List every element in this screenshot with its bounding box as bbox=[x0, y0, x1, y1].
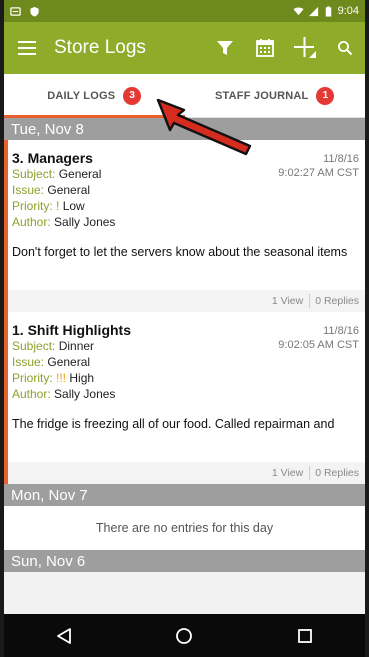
replies-count[interactable]: 0 Replies bbox=[315, 467, 359, 479]
subject-label: Subject: bbox=[12, 167, 56, 181]
date-header: Tue, Nov 8 bbox=[4, 118, 365, 140]
author-value: Sally Jones bbox=[54, 387, 116, 401]
calendar-icon bbox=[256, 39, 274, 57]
author-label: Author: bbox=[12, 215, 51, 229]
entry-text: The fridge is freezing all of our food. … bbox=[12, 417, 335, 431]
log-entry[interactable]: 1. Shift Highlights 11/8/16 9:02:05 AM C… bbox=[4, 312, 365, 484]
notification-icon bbox=[10, 6, 21, 16]
log-entry[interactable]: 3. Managers 11/8/16 9:02:27 AM CST Subje… bbox=[4, 140, 365, 312]
entry-footer: 1 View 0 Replies bbox=[4, 462, 365, 484]
staff-journal-count-badge: 1 bbox=[316, 86, 335, 105]
subject-label: Subject: bbox=[12, 339, 56, 353]
entry-author: Author: Sally Jones bbox=[12, 386, 359, 402]
app-title: Store Logs bbox=[54, 37, 146, 58]
hamburger-icon bbox=[18, 41, 36, 55]
add-entry-button[interactable] bbox=[285, 22, 325, 74]
priority-label: Priority: bbox=[12, 199, 53, 213]
filter-icon bbox=[217, 41, 233, 55]
device-bezel-right bbox=[365, 0, 369, 657]
date-header: Sun, Nov 6 bbox=[4, 550, 365, 572]
issue-value: General bbox=[47, 355, 91, 369]
entry-issue: Issue: General bbox=[12, 182, 359, 198]
subject-value: General bbox=[58, 167, 102, 181]
tab-daily-logs[interactable]: DAILY LOGS 3 bbox=[4, 74, 185, 118]
calendar-button[interactable] bbox=[245, 22, 285, 74]
views-count[interactable]: 1 View bbox=[272, 467, 303, 479]
entry-author: Author: Sally Jones bbox=[12, 214, 359, 230]
replies-count[interactable]: 0 Replies bbox=[315, 295, 359, 307]
subject-value: Dinner bbox=[58, 339, 95, 353]
recents-button[interactable] bbox=[285, 616, 325, 656]
priority-value: High bbox=[69, 371, 95, 385]
author-label: Author: bbox=[12, 387, 51, 401]
entry-issue: Issue: General bbox=[12, 354, 359, 370]
back-icon bbox=[57, 627, 72, 644]
wifi-icon bbox=[293, 6, 304, 15]
phone-screen: 9:04 Store Logs DAILY LOGS 3 STAFF JOURN… bbox=[4, 0, 365, 657]
log-list[interactable]: Tue, Nov 8 3. Managers 11/8/16 9:02:27 A… bbox=[4, 118, 365, 614]
app-bar: Store Logs bbox=[4, 22, 365, 74]
entry-date: 11/8/16 bbox=[323, 153, 359, 165]
battery-icon bbox=[325, 5, 331, 17]
empty-day-message: There are no entries for this day bbox=[4, 506, 365, 550]
priority-value: Low bbox=[62, 199, 85, 213]
entry-priority: Priority: ! Low bbox=[12, 198, 359, 214]
issue-value: General bbox=[47, 183, 91, 197]
system-nav-bar bbox=[4, 614, 365, 657]
entry-text: Don't forget to let the servers know abo… bbox=[12, 245, 348, 259]
author-value: Sally Jones bbox=[54, 215, 116, 229]
add-icon bbox=[294, 37, 316, 58]
date-header: Mon, Nov 7 bbox=[4, 484, 365, 506]
entry-priority: Priority: !!! High bbox=[12, 370, 359, 386]
entry-time: 9:02:05 AM CST bbox=[278, 339, 359, 351]
signal-icon bbox=[308, 6, 318, 16]
status-time: 9:04 bbox=[337, 5, 359, 17]
tab-staff-journal[interactable]: STAFF JOURNAL 1 bbox=[185, 74, 366, 117]
search-icon bbox=[338, 41, 353, 56]
filter-button[interactable] bbox=[205, 22, 245, 74]
tab-bar: DAILY LOGS 3 STAFF JOURNAL 1 bbox=[4, 74, 365, 118]
home-button[interactable] bbox=[164, 616, 204, 656]
search-button[interactable] bbox=[325, 22, 365, 74]
menu-button[interactable] bbox=[4, 22, 50, 74]
shield-icon bbox=[30, 6, 39, 17]
status-bar: 9:04 bbox=[4, 0, 365, 22]
entry-footer: 1 View 0 Replies bbox=[4, 290, 365, 312]
priority-marker: ! bbox=[56, 199, 60, 213]
priority-marker: !!! bbox=[56, 371, 67, 385]
priority-label: Priority: bbox=[12, 371, 53, 385]
recents-icon bbox=[297, 628, 312, 643]
entry-timestamp: 11/8/16 9:02:05 AM CST bbox=[278, 324, 359, 352]
tab-daily-logs-label: DAILY LOGS bbox=[47, 89, 116, 102]
daily-logs-count-badge: 3 bbox=[123, 86, 142, 105]
tab-staff-journal-label: STAFF JOURNAL bbox=[215, 89, 309, 102]
entry-date: 11/8/16 bbox=[323, 325, 359, 337]
back-button[interactable] bbox=[44, 616, 84, 656]
issue-label: Issue: bbox=[12, 183, 45, 197]
issue-label: Issue: bbox=[12, 355, 45, 369]
entry-time: 9:02:27 AM CST bbox=[278, 167, 359, 179]
entry-timestamp: 11/8/16 9:02:27 AM CST bbox=[278, 152, 359, 180]
views-count[interactable]: 1 View bbox=[272, 295, 303, 307]
home-icon bbox=[176, 627, 193, 644]
